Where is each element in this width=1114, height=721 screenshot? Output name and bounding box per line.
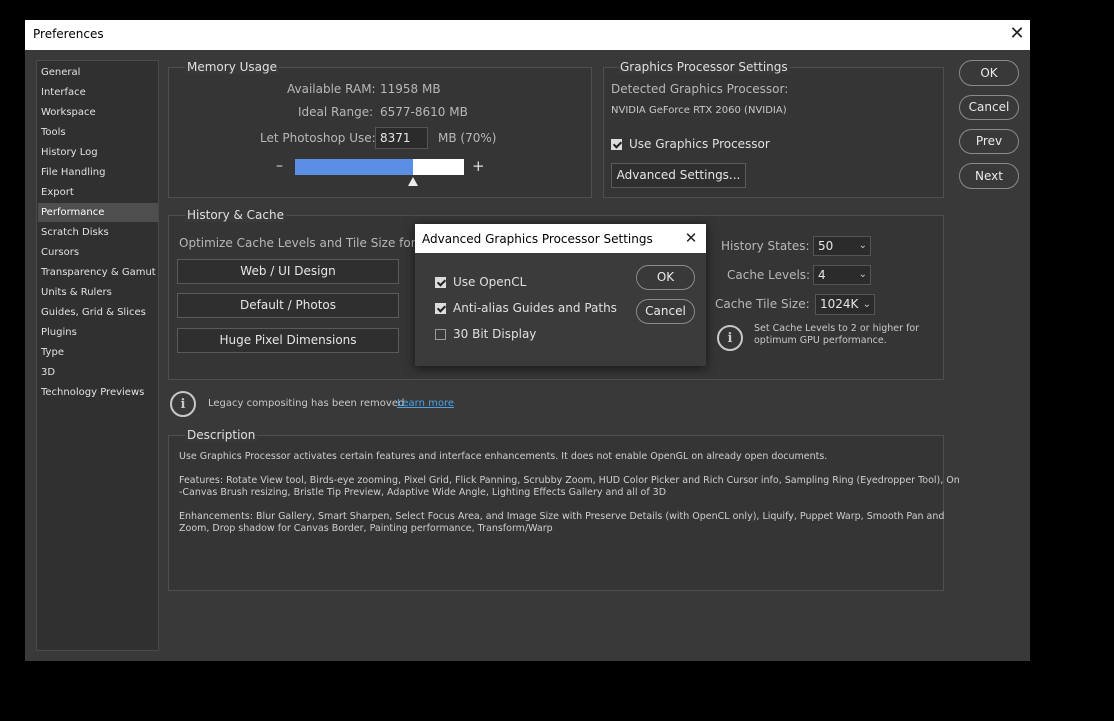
- close-icon[interactable]: ✕: [1005, 22, 1029, 46]
- dialog-ok-button[interactable]: OK: [636, 265, 695, 290]
- sidebar-item-performance[interactable]: Performance: [38, 203, 158, 222]
- detected-gpu-value: NVIDIA GeForce RTX 2060 (NVIDIA): [611, 105, 787, 116]
- legacy-compositing-text: Legacy compositing has been removed: [208, 398, 405, 409]
- dialog-cancel-button[interactable]: Cancel: [636, 299, 695, 324]
- advanced-settings-button[interactable]: Advanced Settings...: [611, 163, 746, 188]
- info-icon: i: [717, 325, 743, 351]
- use-opencl-label: Use OpenCL: [453, 275, 527, 289]
- sidebar-item-scratch-disks[interactable]: Scratch Disks: [38, 223, 158, 242]
- let-photoshop-use-label: Let Photoshop Use:: [260, 131, 376, 145]
- description-features-line1: Features: Rotate View tool, Birds-eye zo…: [179, 475, 960, 486]
- ideal-range-label: Ideal Range:: [298, 105, 374, 119]
- gpu-settings-title: Graphics Processor Settings: [618, 60, 790, 74]
- history-cache-title: History & Cache: [185, 208, 286, 222]
- ideal-range-value: 6577-8610 MB: [380, 105, 468, 119]
- web-ui-design-button[interactable]: Web / UI Design: [177, 259, 399, 284]
- cache-tile-size-value: 1024K: [820, 297, 859, 311]
- advanced-gpu-settings-dialog: Advanced Graphics Processor Settings ✕ U…: [415, 224, 706, 366]
- window-title: Preferences: [33, 27, 104, 41]
- sidebar: General Interface Workspace Tools History Lo…: [36, 60, 159, 651]
- memory-percent-label: MB (70%): [438, 131, 497, 145]
- chevron-down-icon: ⌄: [862, 299, 871, 310]
- sidebar-item-history-log[interactable]: History Log: [38, 143, 158, 162]
- 30-bit-display-label: 30 Bit Display: [453, 327, 537, 341]
- cache-levels-select[interactable]: 4 ⌄: [813, 265, 871, 285]
- history-states-value: 50: [818, 239, 834, 253]
- sidebar-item-general[interactable]: General: [38, 63, 158, 82]
- history-states-select[interactable]: 50 ⌄: [813, 236, 871, 256]
- cancel-button[interactable]: Cancel: [959, 95, 1019, 120]
- use-opencl-checkbox[interactable]: [435, 277, 446, 288]
- decrease-memory-button[interactable]: –: [276, 158, 283, 174]
- cache-levels-label: Cache Levels:: [727, 268, 811, 282]
- description-features-line2: -Canvas Brush resizing, Bristle Tip Prev…: [179, 487, 667, 498]
- title-bar: Preferences ✕: [25, 20, 1030, 50]
- sidebar-item-tools[interactable]: Tools: [38, 123, 158, 142]
- memory-amount-input[interactable]: 8371: [375, 127, 428, 149]
- detected-gpu-label: Detected Graphics Processor:: [611, 82, 789, 96]
- sidebar-item-export[interactable]: Export: [38, 183, 158, 202]
- description-title: Description: [185, 428, 258, 442]
- sidebar-item-interface[interactable]: Interface: [38, 83, 158, 102]
- optimize-cache-label: Optimize Cache Levels and Tile Size for:: [179, 236, 420, 250]
- dialog-close-icon[interactable]: ✕: [681, 227, 701, 249]
- memory-slider-track[interactable]: [295, 159, 464, 175]
- use-gpu-label: Use Graphics Processor: [629, 137, 770, 151]
- next-button[interactable]: Next: [959, 163, 1019, 189]
- memory-slider-handle[interactable]: [408, 177, 418, 186]
- history-states-label: History States:: [721, 239, 810, 253]
- dialog-title: Advanced Graphics Processor Settings: [422, 232, 653, 246]
- sidebar-item-technology-previews[interactable]: Technology Previews: [38, 383, 158, 402]
- sidebar-item-file-handling[interactable]: File Handling: [38, 163, 158, 182]
- sidebar-item-cursors[interactable]: Cursors: [38, 243, 158, 262]
- sidebar-item-workspace[interactable]: Workspace: [38, 103, 158, 122]
- prev-button[interactable]: Prev: [959, 129, 1019, 154]
- chevron-down-icon: ⌄: [858, 269, 867, 280]
- huge-pixel-dimensions-button[interactable]: Huge Pixel Dimensions: [177, 328, 399, 353]
- description-enhancements-line1: Enhancements: Blur Gallery, Smart Sharpe…: [179, 511, 945, 522]
- sidebar-item-3d[interactable]: 3D: [38, 363, 158, 382]
- cache-levels-value: 4: [818, 268, 826, 282]
- cache-tip-line1: Set Cache Levels to 2 or higher for: [754, 323, 920, 334]
- sidebar-item-type[interactable]: Type: [38, 343, 158, 362]
- memory-usage-title: Memory Usage: [185, 60, 280, 74]
- cache-tile-size-label: Cache Tile Size:: [715, 297, 810, 311]
- cache-tip-line2: optimum GPU performance.: [754, 335, 887, 346]
- default-photos-button[interactable]: Default / Photos: [177, 293, 399, 318]
- learn-more-link[interactable]: Learn more: [397, 398, 454, 409]
- sidebar-item-plugins[interactable]: Plugins: [38, 323, 158, 342]
- 30-bit-display-checkbox[interactable]: [435, 329, 446, 340]
- sidebar-item-guides-grid-slices[interactable]: Guides, Grid & Slices: [38, 303, 158, 322]
- sidebar-item-units-rulers[interactable]: Units & Rulers: [38, 283, 158, 302]
- available-ram-value: 11958 MB: [380, 82, 441, 96]
- anti-alias-label: Anti-alias Guides and Paths: [453, 301, 617, 315]
- anti-alias-checkbox[interactable]: [435, 303, 446, 314]
- description-paragraph-1: Use Graphics Processor activates certain…: [179, 451, 828, 462]
- info-icon: i: [170, 391, 196, 417]
- description-enhancements-line2: Zoom, Drop shadow for Canvas Border, Pai…: [179, 523, 553, 534]
- chevron-down-icon: ⌄: [858, 240, 867, 251]
- dialog-title-bar: Advanced Graphics Processor Settings ✕: [415, 224, 706, 253]
- increase-memory-button[interactable]: +: [472, 157, 485, 175]
- use-gpu-checkbox[interactable]: [611, 139, 622, 150]
- memory-slider-fill: [295, 159, 413, 175]
- sidebar-item-transparency-gamut[interactable]: Transparency & Gamut: [38, 263, 158, 282]
- available-ram-label: Available RAM:: [287, 82, 376, 96]
- ok-button[interactable]: OK: [959, 60, 1019, 86]
- cache-tile-size-select[interactable]: 1024K ⌄: [815, 294, 875, 315]
